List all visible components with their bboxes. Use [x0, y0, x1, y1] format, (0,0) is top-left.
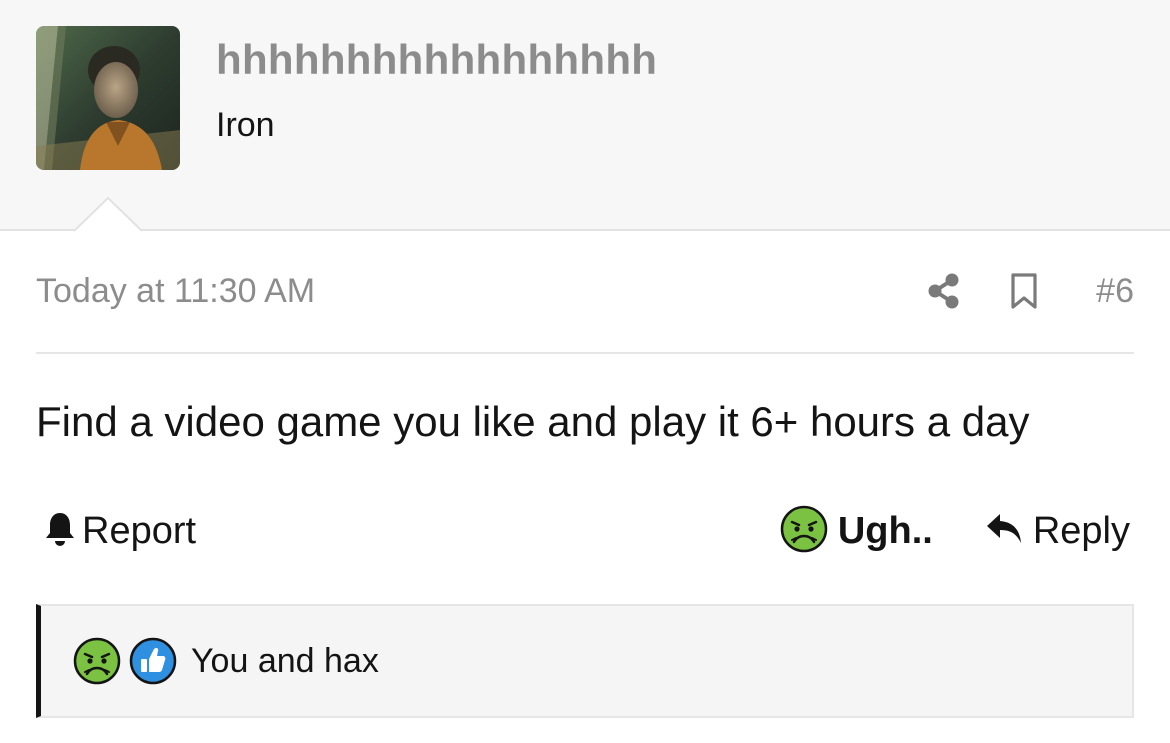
post-body: Find a video game you like and play it 6… [36, 398, 1030, 445]
post-meta-actions: #6 [926, 268, 1134, 314]
reactions-summary-bar[interactable]: You and hax [36, 604, 1134, 718]
post-number-link[interactable]: #6 [1096, 272, 1134, 311]
author-username[interactable]: hhhhhhhhhhhhhhhhh [216, 36, 657, 84]
post-author-header: hhhhhhhhhhhhhhhhh Iron [0, 0, 1170, 233]
header-pointer-arrow [74, 197, 142, 233]
post-date[interactable]: Today at 11:30 AM [36, 272, 315, 311]
reply-label: Reply [1032, 509, 1130, 552]
author-title: Iron [216, 106, 275, 144]
reply-button[interactable]: Reply [985, 510, 1130, 553]
avatar[interactable] [36, 26, 180, 170]
reaction-button[interactable]: Ugh.. [780, 505, 933, 558]
report-button[interactable]: Report [44, 508, 196, 554]
meta-divider [36, 352, 1134, 354]
share-icon[interactable] [926, 272, 960, 310]
bookmark-icon[interactable] [1010, 272, 1038, 310]
report-label: Report [82, 509, 197, 552]
post-footer-actions: Ugh.. Reply [780, 505, 1130, 558]
reply-arrow-icon [985, 512, 1023, 551]
bell-icon [44, 511, 76, 552]
nauseated-face-icon [73, 637, 121, 685]
thumbs-up-icon [129, 637, 177, 685]
reaction-label: Ugh.. [837, 509, 933, 552]
nauseated-face-icon [780, 505, 828, 558]
reactions-who-text[interactable]: You and hax [191, 642, 379, 681]
